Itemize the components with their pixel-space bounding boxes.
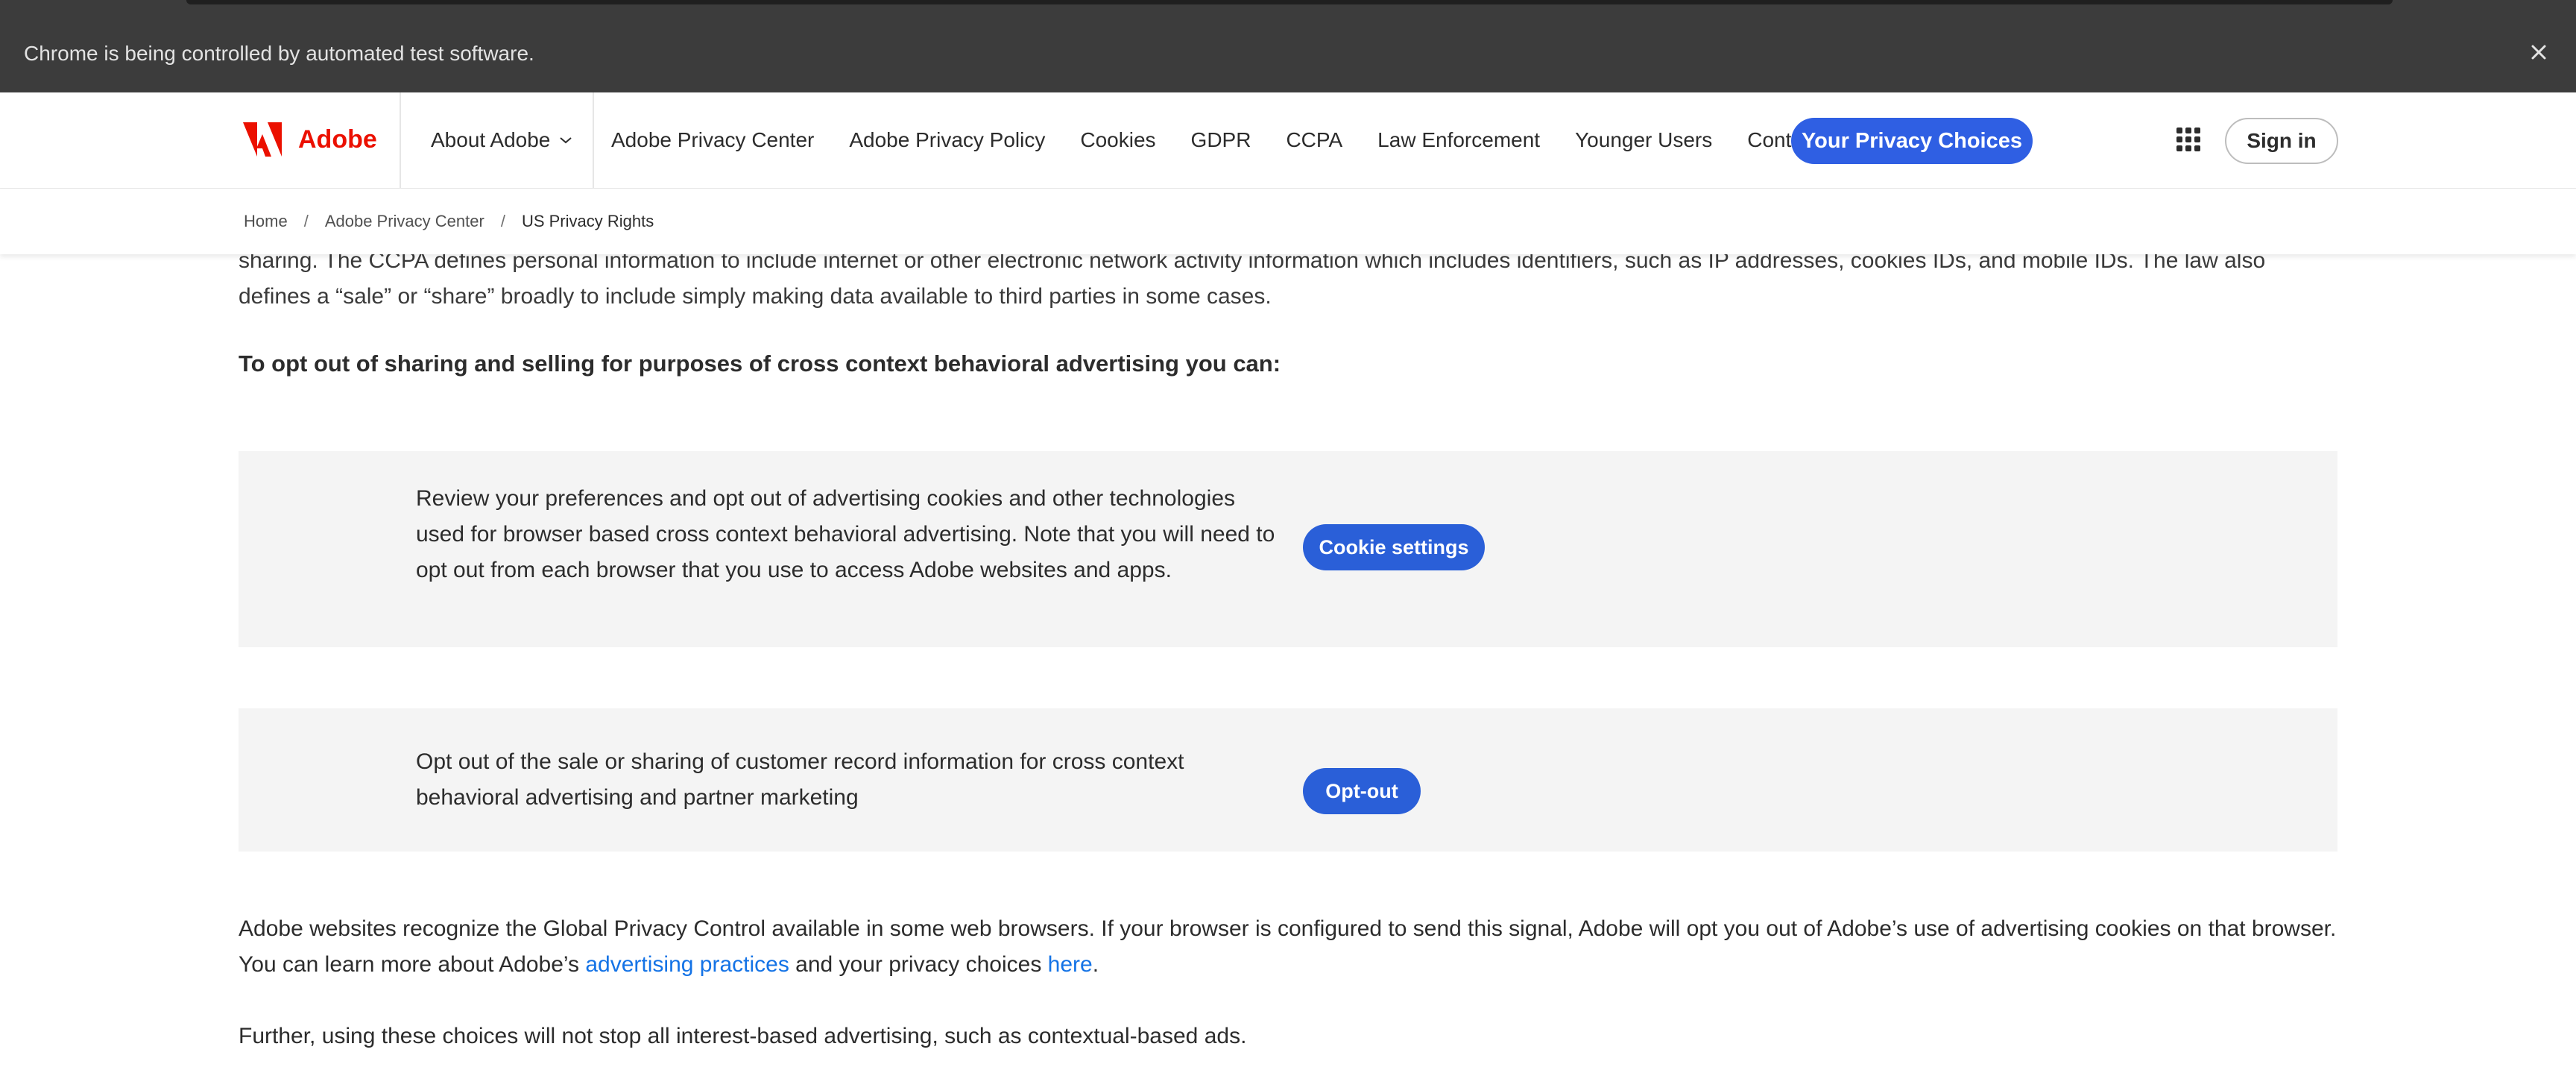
breadcrumb-bar: Home / Adobe Privacy Center / US Privacy… — [0, 189, 2576, 254]
about-adobe-label: About Adobe — [431, 128, 551, 151]
nav-links: Adobe Privacy Center Adobe Privacy Polic… — [611, 92, 1886, 188]
nav-divider — [400, 92, 401, 188]
nav-link-cookies[interactable]: Cookies — [1080, 128, 1155, 152]
adobe-home-link[interactable]: Adobe — [243, 122, 377, 157]
automation-infobar: Chrome is being controlled by automated … — [0, 15, 2576, 92]
global-nav: Adobe About Adobe Adobe Privacy Center A… — [0, 92, 2576, 189]
opt-out-heading: To opt out of sharing and selling for pu… — [239, 350, 1281, 377]
breadcrumb: Home / Adobe Privacy Center / US Privacy… — [244, 189, 654, 254]
cookie-settings-description: Review your preferences and opt out of a… — [416, 486, 1275, 582]
about-adobe-menu[interactable]: About Adobe — [431, 92, 572, 188]
chevron-down-icon — [560, 137, 572, 144]
gpc-paragraph: Adobe websites recognize the Global Priv… — [239, 911, 2348, 983]
breadcrumb-separator: / — [303, 212, 309, 230]
browser-tab-strip — [186, 0, 2393, 4]
nav-divider — [593, 92, 594, 188]
nav-link-gdpr[interactable]: GDPR — [1191, 128, 1251, 152]
nav-link-younger-users[interactable]: Younger Users — [1575, 128, 1712, 152]
close-icon[interactable] — [2524, 37, 2554, 67]
nav-link-privacy-center[interactable]: Adobe Privacy Center — [611, 128, 814, 152]
advertising-practices-link[interactable]: advertising practices — [585, 952, 789, 977]
opt-out-button[interactable]: Opt-out — [1303, 768, 1421, 814]
cookie-settings-button[interactable]: Cookie settings — [1303, 524, 1485, 570]
gpc-text: and your privacy choices — [789, 952, 1048, 977]
opt-out-description: Opt out of the sale or sharing of custom… — [416, 749, 1184, 810]
nav-link-ccpa[interactable]: CCPA — [1286, 128, 1342, 152]
sign-in-button[interactable]: Sign in — [2225, 118, 2338, 164]
gpc-text: Adobe websites recognize the Global Priv… — [239, 916, 2337, 977]
nav-link-privacy-policy[interactable]: Adobe Privacy Policy — [849, 128, 1045, 152]
breadcrumb-current: US Privacy Rights — [521, 212, 654, 230]
browser-top-strip — [0, 0, 2576, 15]
nav-link-law-enforcement[interactable]: Law Enforcement — [1377, 128, 1540, 152]
opt-out-card: Opt out of the sale or sharing of custom… — [239, 708, 2337, 852]
app-switcher-icon[interactable] — [2176, 127, 2201, 152]
brand-name: Adobe — [298, 125, 377, 154]
here-link[interactable]: here — [1048, 952, 1093, 977]
adobe-logo-icon — [243, 122, 282, 157]
further-paragraph: Further, using these choices will not st… — [239, 1024, 1247, 1048]
breadcrumb-home[interactable]: Home — [244, 212, 288, 231]
breadcrumb-privacy-center[interactable]: Adobe Privacy Center — [325, 212, 484, 231]
your-privacy-choices-button[interactable]: Your Privacy Choices — [1791, 118, 2033, 164]
cookie-settings-card: Review your preferences and opt out of a… — [239, 451, 2337, 647]
infobar-message: Chrome is being controlled by automated … — [24, 42, 534, 65]
gpc-text: . — [1092, 952, 1099, 977]
breadcrumb-separator: / — [500, 212, 505, 230]
